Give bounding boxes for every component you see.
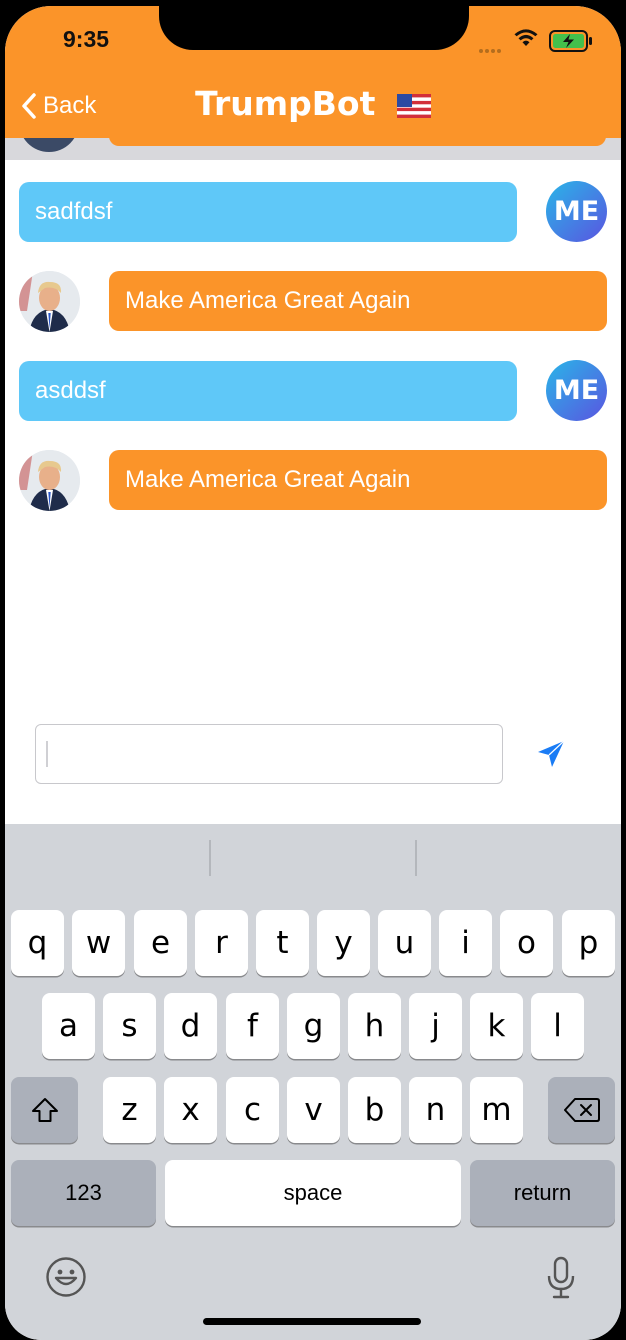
wifi-icon bbox=[514, 29, 538, 46]
bot-message-bubble: Make America Great Again bbox=[109, 450, 607, 510]
text-cursor bbox=[46, 741, 48, 767]
key-z[interactable]: z bbox=[103, 1077, 156, 1143]
return-key[interactable]: return bbox=[470, 1160, 615, 1226]
key-r[interactable]: r bbox=[195, 910, 248, 976]
message-input[interactable] bbox=[35, 724, 503, 784]
key-x[interactable]: x bbox=[164, 1077, 217, 1143]
message-text: asddsf bbox=[35, 377, 106, 404]
status-time: 9:35 bbox=[63, 26, 110, 52]
message-text: Make America Great Again bbox=[125, 466, 411, 493]
phone-screen: 9:35 Back TrumpBot sadfdsf ME Make Ameri… bbox=[5, 6, 621, 1340]
nav-header: 9:35 Back TrumpBot bbox=[5, 6, 621, 138]
avatar-initials: ME bbox=[553, 375, 600, 406]
key-m[interactable]: m bbox=[470, 1077, 523, 1143]
space-key[interactable]: space bbox=[165, 1160, 461, 1226]
key-j[interactable]: j bbox=[409, 993, 462, 1059]
user-avatar: ME bbox=[546, 181, 607, 242]
key-g[interactable]: g bbox=[287, 993, 340, 1059]
key-a[interactable]: a bbox=[42, 993, 95, 1059]
backspace-key[interactable] bbox=[548, 1077, 615, 1143]
key-s[interactable]: s bbox=[103, 993, 156, 1059]
user-message-bubble: sadfdsf bbox=[19, 182, 517, 242]
device-notch bbox=[159, 6, 469, 50]
key-d[interactable]: d bbox=[164, 993, 217, 1059]
page-title-text: TrumpBot bbox=[195, 84, 376, 123]
key-e[interactable]: e bbox=[134, 910, 187, 976]
key-c[interactable]: c bbox=[226, 1077, 279, 1143]
shift-key[interactable] bbox=[11, 1077, 78, 1143]
message-text: Make America Great Again bbox=[125, 287, 411, 314]
bot-message-bubble-partial bbox=[109, 138, 606, 146]
key-l[interactable]: l bbox=[531, 993, 584, 1059]
bot-avatar bbox=[19, 450, 80, 511]
key-k[interactable]: k bbox=[470, 993, 523, 1059]
send-icon[interactable] bbox=[535, 738, 567, 770]
microphone-icon[interactable] bbox=[545, 1256, 577, 1300]
user-message-bubble: asddsf bbox=[19, 361, 517, 421]
portrait-image bbox=[19, 271, 80, 332]
message-text: sadfdsf bbox=[35, 198, 113, 225]
avatar-initials: ME bbox=[553, 196, 600, 227]
suggestion-divider bbox=[209, 840, 211, 876]
key-n[interactable]: n bbox=[409, 1077, 462, 1143]
key-f[interactable]: f bbox=[226, 993, 279, 1059]
page-title: TrumpBot bbox=[5, 84, 621, 123]
bot-message-bubble: Make America Great Again bbox=[109, 271, 607, 331]
ios-keyboard: q w e r t y u i o p a s d f g h j k l z … bbox=[5, 824, 621, 1340]
key-t[interactable]: t bbox=[256, 910, 309, 976]
key-i[interactable]: i bbox=[439, 910, 492, 976]
home-indicator[interactable] bbox=[203, 1318, 421, 1325]
key-w[interactable]: w bbox=[72, 910, 125, 976]
key-h[interactable]: h bbox=[348, 993, 401, 1059]
key-u[interactable]: u bbox=[378, 910, 431, 976]
key-b[interactable]: b bbox=[348, 1077, 401, 1143]
key-o[interactable]: o bbox=[500, 910, 553, 976]
user-avatar: ME bbox=[546, 360, 607, 421]
backspace-icon bbox=[563, 1098, 600, 1122]
shift-icon bbox=[31, 1098, 58, 1122]
suggestion-divider bbox=[415, 840, 417, 876]
key-p[interactable]: p bbox=[562, 910, 615, 976]
us-flag-icon bbox=[396, 93, 431, 118]
emoji-icon[interactable] bbox=[45, 1256, 87, 1298]
signal-dots-icon bbox=[479, 40, 503, 58]
chat-messages[interactable]: sadfdsf ME Make America Great Again asdd… bbox=[5, 138, 621, 824]
key-y[interactable]: y bbox=[317, 910, 370, 976]
battery-charging-icon bbox=[549, 30, 592, 52]
portrait-image bbox=[19, 450, 80, 511]
numbers-key[interactable]: 123 bbox=[11, 1160, 156, 1226]
key-q[interactable]: q bbox=[11, 910, 64, 976]
key-v[interactable]: v bbox=[287, 1077, 340, 1143]
bot-avatar bbox=[19, 271, 80, 332]
